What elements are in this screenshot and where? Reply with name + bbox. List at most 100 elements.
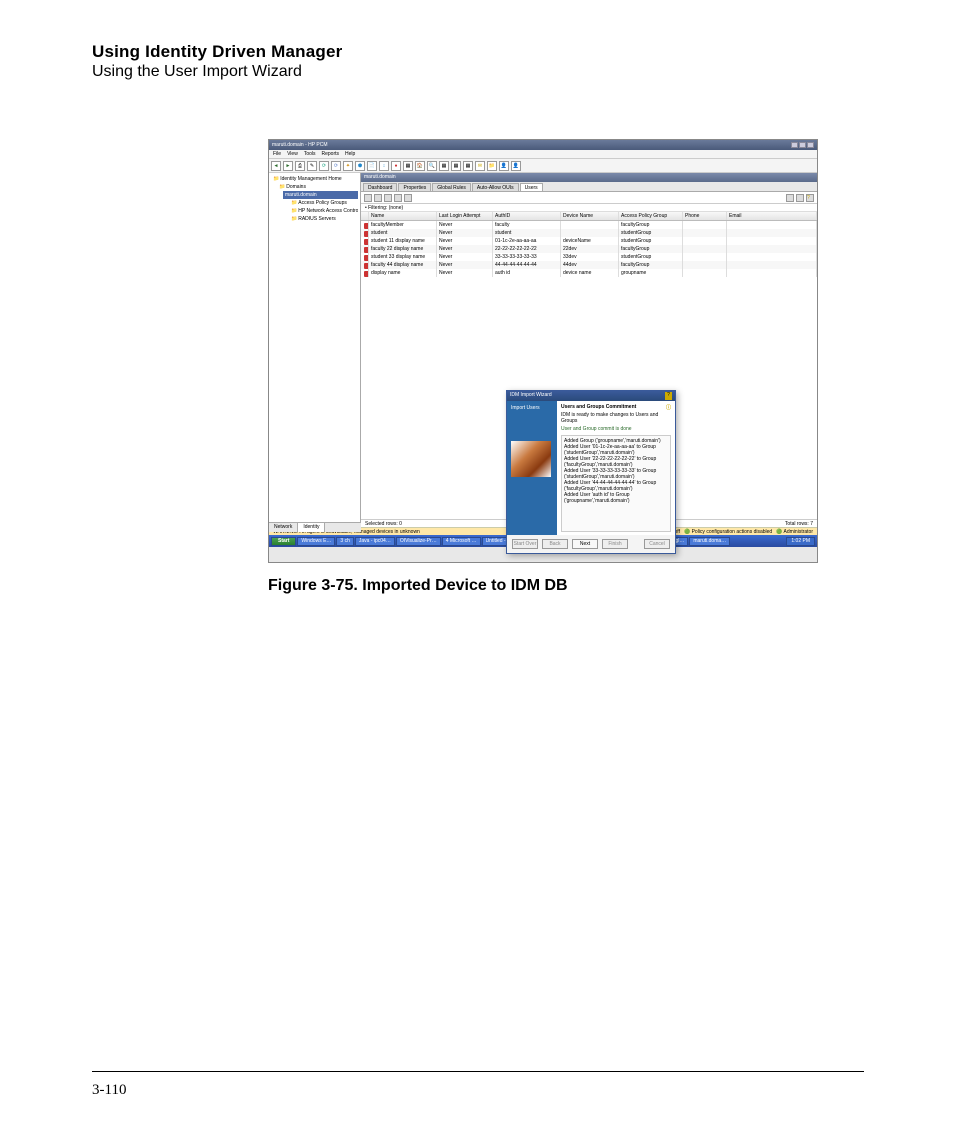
filter-label: Filtering: (none): [368, 205, 403, 211]
tab-global-rules[interactable]: Global Rules: [432, 183, 471, 191]
system-clock[interactable]: 1:02 PM: [786, 537, 815, 546]
user-action-icon[interactable]: [404, 194, 412, 202]
cancel-button[interactable]: Cancel: [644, 539, 670, 549]
back-icon[interactable]: ◄: [271, 161, 281, 171]
table-row[interactable]: facultyMemberNeverfacultyfacultyGroup: [361, 221, 817, 229]
tab-auto-allow-ouis[interactable]: Auto-Allow OUIs: [472, 183, 519, 191]
col-phone[interactable]: Phone: [683, 212, 727, 220]
minimize-icon[interactable]: [791, 142, 798, 148]
user-icon[interactable]: 👤: [511, 161, 521, 171]
menu-reports[interactable]: Reports: [322, 151, 340, 157]
cell-phone: [683, 261, 727, 269]
add-user-icon[interactable]: [364, 194, 372, 202]
taskbar-item[interactable]: 3 ch: [336, 537, 353, 546]
cell-phone: [683, 237, 727, 245]
start-over-button[interactable]: Start Over: [512, 539, 538, 549]
maximize-icon[interactable]: [799, 142, 806, 148]
table-row[interactable]: faculty 44 display nameNever44-44-44-44-…: [361, 261, 817, 269]
toolbar-icon[interactable]: ⬢: [355, 161, 365, 171]
home-icon[interactable]: 🏠: [415, 161, 425, 171]
toolbar-icon[interactable]: ●: [391, 161, 401, 171]
tab-properties[interactable]: Properties: [398, 183, 431, 191]
table-row[interactable]: studentNeverstudentstudentGroup: [361, 229, 817, 237]
wizard-side-title: Import Users: [511, 405, 553, 411]
menu-file[interactable]: File: [273, 151, 281, 157]
col-last-login[interactable]: Last Login Attempt: [437, 212, 493, 220]
tab-dashboard[interactable]: Dashboard: [363, 183, 397, 191]
cell-authid: faculty: [493, 221, 561, 229]
taskbar-item[interactable]: 4 Microsoft …: [442, 537, 481, 546]
cell-authid: 33-33-33-33-33-33: [493, 253, 561, 261]
col-email[interactable]: Email: [727, 212, 817, 220]
user-action-icon[interactable]: [394, 194, 402, 202]
col-authid[interactable]: AuthID: [493, 212, 561, 220]
cell-phone: [683, 221, 727, 229]
tree-access-policy-groups[interactable]: Access Policy Groups: [289, 199, 358, 207]
finish-button[interactable]: Finish: [602, 539, 628, 549]
next-button[interactable]: Next: [572, 539, 598, 549]
export-icon[interactable]: [796, 194, 804, 202]
help-icon[interactable]: ?: [806, 194, 814, 202]
print-icon[interactable]: [786, 194, 794, 202]
toolbar-icon[interactable]: 📁: [487, 161, 497, 171]
close-icon[interactable]: [807, 142, 814, 148]
menu-tools[interactable]: Tools: [304, 151, 316, 157]
taskbar-item[interactable]: maruti.doma…: [689, 537, 730, 546]
toolbar-icon[interactable]: ▦: [451, 161, 461, 171]
col-device-name[interactable]: Device Name: [561, 212, 619, 220]
user-icon[interactable]: 👤: [499, 161, 509, 171]
cell-last-login: Never: [437, 221, 493, 229]
tree-radius-servers[interactable]: RADIUS Servers: [289, 215, 358, 223]
forward-icon[interactable]: ►: [283, 161, 293, 171]
tree-hp-nac[interactable]: HP Network Access Control: [289, 207, 358, 215]
toolbar-icon[interactable]: ⎙: [295, 161, 305, 171]
tree-root[interactable]: Identity Management Home: [271, 175, 358, 183]
toolbar-icon[interactable]: ▦: [463, 161, 473, 171]
search-icon[interactable]: 🔍: [427, 161, 437, 171]
toolbar-icon[interactable]: ✉: [475, 161, 485, 171]
wizard-status-text: User and Group commit is done: [561, 426, 671, 432]
dialog-help-icon[interactable]: ?: [665, 392, 672, 400]
table-row[interactable]: student 33 display nameNever33-33-33-33-…: [361, 253, 817, 261]
log-line: Added User '22-22-22-22-22-22' to Group …: [564, 456, 668, 468]
taskbar-item[interactable]: Java - ipc04…: [355, 537, 395, 546]
col-icon[interactable]: [361, 212, 369, 220]
delete-user-icon[interactable]: [384, 194, 392, 202]
figure-caption: Figure 3-75. Imported Device to IDM DB: [268, 577, 864, 595]
table-row[interactable]: faculty 22 display nameNever22-22-22-22-…: [361, 245, 817, 253]
taskbar-item[interactable]: Windows E…: [297, 537, 335, 546]
start-button[interactable]: Start: [271, 537, 296, 546]
table-row[interactable]: display nameNeverauth iddevice namegroup…: [361, 269, 817, 277]
info-icon[interactable]: ⓘ: [666, 404, 671, 411]
taskbar-item[interactable]: OIVisualize-Pr…: [396, 537, 441, 546]
log-line: Added User 'auth id' to Group ('groupnam…: [564, 492, 668, 504]
total-rows-label: Total rows: 7: [785, 521, 813, 526]
menu-view[interactable]: View: [287, 151, 298, 157]
cell-device: 44dev: [561, 261, 619, 269]
back-button[interactable]: Back: [542, 539, 568, 549]
toolbar-icon[interactable]: ✦: [343, 161, 353, 171]
cell-apg: studentGroup: [619, 253, 683, 261]
toolbar-icon[interactable]: ⟳: [331, 161, 341, 171]
tree-domain-selected[interactable]: maruti.domain: [283, 191, 358, 199]
toolbar-icon[interactable]: ✎: [307, 161, 317, 171]
toolbar-icon[interactable]: ↕: [379, 161, 389, 171]
menu-help[interactable]: Help: [345, 151, 355, 157]
toolbar-icon[interactable]: ⟳: [319, 161, 329, 171]
tab-users[interactable]: Users: [520, 183, 543, 191]
toolbar-icon[interactable]: ▦: [439, 161, 449, 171]
cell-email: [727, 221, 817, 229]
selected-rows-label: Selected rows: 0: [365, 521, 402, 526]
toolbar-icon[interactable]: 📄: [367, 161, 377, 171]
table-row[interactable]: student 11 display nameNever01-1c-2e-aa-…: [361, 237, 817, 245]
cell-name: student: [369, 229, 437, 237]
toolbar-icon[interactable]: ▦: [403, 161, 413, 171]
filter-row[interactable]: • Filtering: (none): [361, 204, 817, 212]
col-name[interactable]: Name: [369, 212, 437, 220]
wizard-log: Added Group ('groupname','maruti.domain'…: [561, 435, 671, 532]
bottom-tab-identity[interactable]: Identity: [298, 523, 325, 532]
bottom-tab-network[interactable]: Network: [269, 523, 298, 532]
tree-domains[interactable]: Domains: [277, 183, 358, 191]
col-access-policy-group[interactable]: Access Policy Group: [619, 212, 683, 220]
edit-user-icon[interactable]: [374, 194, 382, 202]
